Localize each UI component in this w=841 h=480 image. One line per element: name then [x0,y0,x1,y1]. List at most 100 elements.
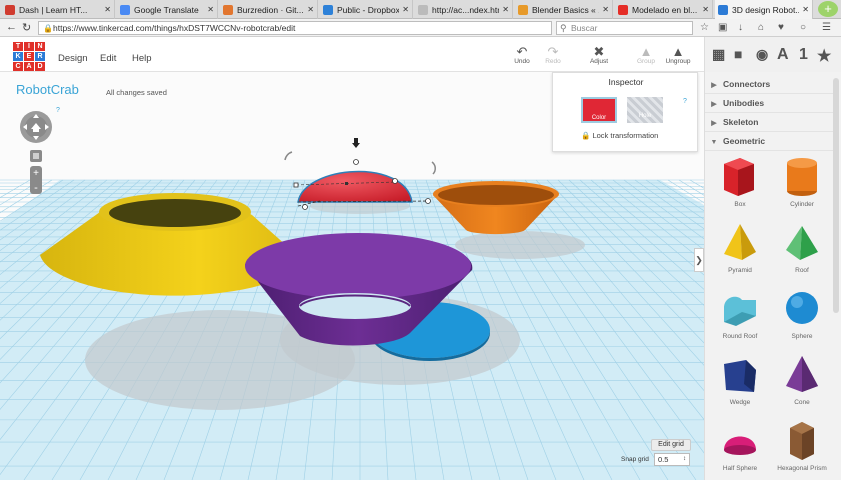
shape-pyramid[interactable]: Pyramid [709,220,771,286]
browser-tab[interactable]: Burzredion · Git... ✕ [220,0,318,19]
tab-favicon-icon [718,4,728,15]
sidebar-scrollbar[interactable] [833,78,839,313]
box-view-icon[interactable]: ■ [734,46,742,62]
close-tab-icon[interactable]: ✕ [602,5,609,14]
view-navigation-control: + - [20,110,54,195]
rotate-handle-right[interactable] [431,161,436,175]
expand-right-icon: ▶ [711,82,717,89]
collapse-sidebar-button[interactable]: ❯ [694,248,704,272]
close-tab-icon[interactable]: ✕ [702,5,709,14]
menu-help[interactable]: Help [132,53,152,64]
shape-label: Roof [795,267,809,274]
shape-roof[interactable]: Roof [771,220,833,286]
browser-tab[interactable]: Public - Dropbox ✕ [320,0,413,19]
shape-box[interactable]: Box [709,154,771,220]
snap-grid-select[interactable]: 0.5 ↕ [654,453,690,466]
round-roof-icon [724,296,756,326]
text-shapes-button[interactable]: A [777,46,789,64]
browser-tab[interactable]: Google Translate ✕ [117,0,218,19]
category-skeleton[interactable]: ▶ Skeleton [705,113,837,132]
number-shapes-button[interactable]: 1 [799,46,808,64]
close-tab-icon[interactable]: ✕ [502,5,509,14]
lock-icon: 🔒 [43,24,53,33]
shape-label: Cylinder [790,201,814,208]
browser-tab[interactable]: http://ac...ndex.html ✕ [415,0,513,19]
category-unibodies[interactable]: ▶ Unibodies [705,94,837,113]
inspector-help-icon[interactable]: ? [683,98,687,105]
close-tab-icon[interactable]: ✕ [104,5,111,14]
resize-handle[interactable] [425,198,431,204]
hole-button[interactable]: Hole [627,97,663,123]
color-label: Color [591,115,607,121]
corner-handle[interactable] [293,182,299,188]
shape-cylinder[interactable]: Cylinder [771,154,833,220]
group-button[interactable]: ▲ Group [630,45,662,65]
menu-design[interactable]: Design [58,53,88,64]
group-label: Group [636,58,656,65]
shape-wedge[interactable]: Wedge [709,352,771,418]
group-icon: ▲ [639,44,653,59]
url-bar[interactable]: 🔒 https://www.tinkercad.com/things/hxDST… [38,21,552,35]
pocket-icon[interactable]: ♥ [778,22,784,33]
close-tab-icon[interactable]: ✕ [307,5,314,14]
grid-view-icon[interactable]: ▦ [712,46,725,63]
save-status: All changes saved [106,88,167,97]
shape-round-roof[interactable]: Round Roof [709,286,771,352]
ungroup-icon: ▲ [671,44,685,59]
back-icon[interactable]: ← [6,21,17,33]
new-tab-button[interactable]: + [818,1,838,17]
close-tab-icon[interactable]: ✕ [802,5,809,14]
menu-edit[interactable]: Edit [100,53,116,64]
lock-transformation-toggle[interactable]: 🔒 Lock transformation [581,131,658,140]
help-icon[interactable]: ? [56,107,60,114]
project-name[interactable]: RobotCrab [16,82,79,97]
height-handle[interactable] [353,159,359,165]
lift-arrow-icon[interactable] [352,138,360,148]
browser-tab[interactable]: 3D design Robot... ✕ [715,0,813,19]
tab-favicon-icon [223,4,233,15]
chat-icon[interactable]: ○ [800,22,806,33]
undo-button[interactable]: ↶ Undo [506,45,538,65]
ungroup-button[interactable]: ▲ Ungroup [662,45,694,65]
bookmark-star-icon[interactable]: ☆ [700,22,709,33]
workplane-canvas[interactable]: RobotCrab All changes saved ? + - Inspec… [0,72,704,480]
adjust-label: Adjust [589,58,609,65]
tab-title: 3D design Robot... [732,4,800,15]
edit-grid-button[interactable]: Edit grid [651,439,691,451]
inspector-title: Inspector [608,77,644,87]
browser-tab[interactable]: Modelado en bl... ✕ [615,0,713,19]
color-button[interactable]: Color [581,97,617,123]
reload-icon[interactable]: ↻ [22,21,31,34]
adjust-button[interactable]: ✖ Adjust [583,45,615,65]
tab-favicon-icon [120,4,130,15]
home-icon[interactable]: ⌂ [758,22,764,33]
favorites-star-icon[interactable]: ★ [817,46,831,66]
shape-sphere[interactable]: Sphere [771,286,833,352]
shapes-view-icon[interactable]: ◉ [756,46,768,63]
cylinder-icon [787,158,817,196]
resize-handle[interactable] [302,204,308,210]
close-tab-icon[interactable]: ✕ [207,5,214,14]
tinkercad-logo[interactable]: TIN KER CAD [13,42,45,72]
category-connectors[interactable]: ▶ Connectors [705,75,837,94]
redo-label: Redo [545,58,561,65]
resize-handle[interactable] [392,178,398,184]
center-handle [345,182,348,185]
hamburger-menu-icon[interactable]: ☰ [822,22,831,33]
browser-search-input[interactable]: ⚲ Buscar [556,21,693,35]
shape-hexagonal-prism[interactable]: Hexagonal Prism [771,418,833,480]
search-placeholder: Buscar [571,23,598,33]
browser-tab[interactable]: Blender Basics « ... ✕ [515,0,613,19]
download-icon[interactable]: ↓ [738,22,743,33]
shape-cone[interactable]: Cone [771,352,833,418]
logo-letter: K [13,52,23,61]
spinner-icon: ↕ [683,456,686,462]
browser-tab[interactable]: Dash | Learn HT... ✕ [2,0,115,19]
redo-button[interactable]: ↷ Redo [537,45,569,65]
bookmarks-icon[interactable]: ▣ [718,22,727,33]
shape-label: Half Sphere [722,465,758,472]
rotate-handle-left[interactable] [284,151,293,161]
close-tab-icon[interactable]: ✕ [402,5,409,14]
category-geometric[interactable]: ▼ Geometric [705,132,837,151]
shape-half-sphere[interactable]: Half Sphere [709,418,771,480]
